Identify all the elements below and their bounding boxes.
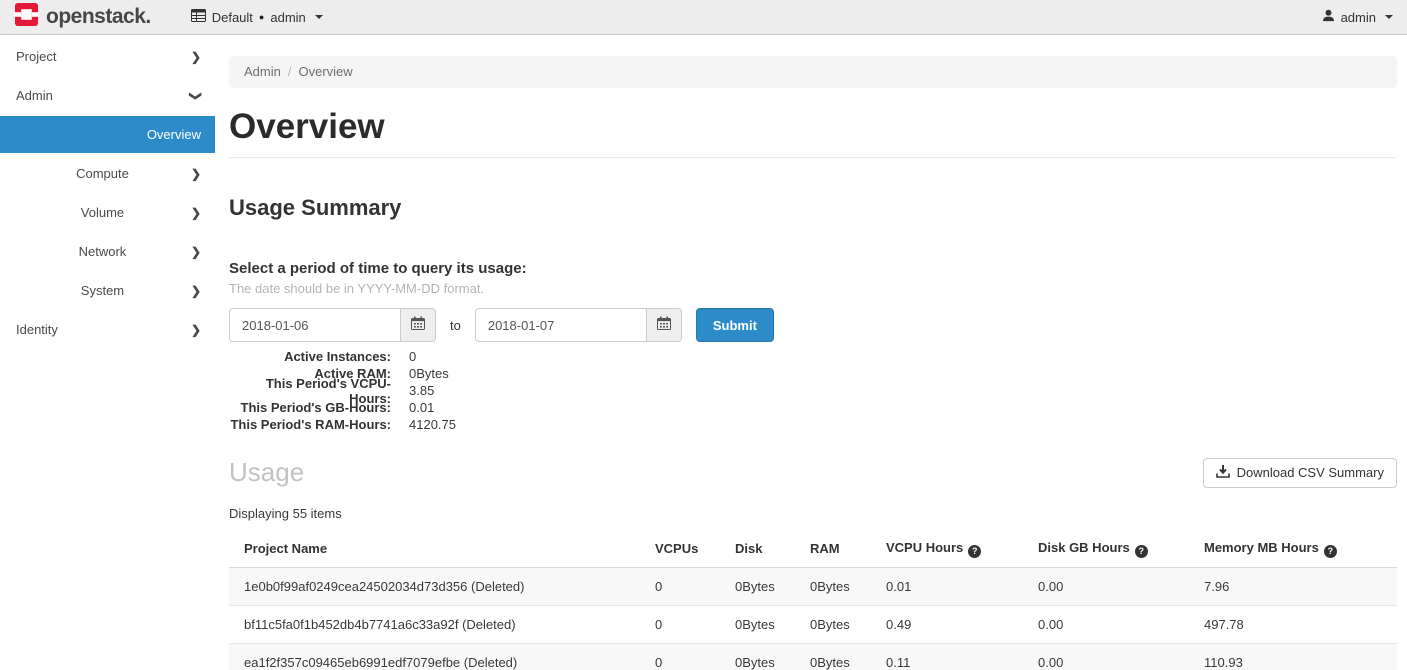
stat-ram-hours: This Period's RAM-Hours: 4120.75 (229, 416, 1397, 433)
sidebar-item-identity[interactable]: Identity ❯ (0, 310, 215, 349)
date-format-hint: The date should be in YYYY-MM-DD format. (229, 281, 1397, 296)
help-icon[interactable]: ? (1135, 545, 1148, 558)
main-content: Admin / Overview Overview Usage Summary Se… (215, 35, 1407, 670)
chevron-right-icon: ❯ (191, 285, 201, 297)
breadcrumb-overview: Overview (298, 64, 352, 79)
usage-summary-heading: Usage Summary (229, 196, 1397, 220)
stat-active-ram: Active RAM: 0Bytes (229, 365, 1397, 382)
download-csv-button[interactable]: Download CSV Summary (1203, 458, 1397, 488)
page-title: Overview (229, 108, 1397, 146)
sidebar-item-compute[interactable]: Compute ❯ (0, 154, 215, 193)
user-name: admin (1341, 10, 1376, 25)
brand-text: openstack. (46, 5, 151, 29)
col-ram: RAM (810, 531, 886, 567)
caret-down-icon (315, 15, 323, 19)
usage-heading: Usage (229, 457, 304, 488)
usage-table: Project Name VCPUs Disk RAM VCPU Hours? … (229, 531, 1397, 670)
current-project: admin (270, 10, 305, 25)
chevron-down-icon: ❯ (190, 90, 202, 100)
chevron-right-icon: ❯ (191, 168, 201, 180)
help-icon[interactable]: ? (968, 545, 981, 558)
date-query-prompt: Select a period of time to query its usa… (229, 260, 1397, 277)
col-vcpus: VCPUs (655, 531, 735, 567)
col-vcpu-hours: VCPU Hours? (886, 531, 1038, 567)
col-disk-gb-hours: Disk GB Hours? (1038, 531, 1204, 567)
chevron-right-icon: ❯ (191, 51, 201, 63)
to-label: to (450, 318, 461, 333)
sidebar-item-volume[interactable]: Volume ❯ (0, 193, 215, 232)
chevron-right-icon: ❯ (191, 246, 201, 258)
sidebar-item-overview[interactable]: Overview (0, 116, 215, 153)
date-from-calendar-button[interactable] (401, 308, 436, 342)
sidebar-item-project[interactable]: Project ❯ (0, 37, 215, 76)
caret-down-icon (1385, 15, 1393, 19)
table-row: bf11c5fa0f1b452db4b7741a6c33a92f (Delete… (229, 605, 1397, 643)
date-from-group (229, 308, 436, 342)
title-divider (229, 157, 1397, 158)
items-count: Displaying 55 items (229, 506, 1397, 521)
col-project-name: Project Name (229, 531, 655, 567)
breadcrumb: Admin / Overview (229, 56, 1397, 88)
stat-vcpu-hours: This Period's VCPU-Hours: 3.85 (229, 382, 1397, 399)
user-icon (1322, 9, 1335, 25)
submit-button[interactable]: Submit (696, 308, 774, 342)
usage-table-header: Usage Download CSV Summary (229, 457, 1397, 488)
date-range-form: to (229, 308, 1397, 342)
sidebar-item-network[interactable]: Network ❯ (0, 232, 215, 271)
date-to-group (475, 308, 682, 342)
table-row: 1e0b0f99af0249cea24502034d73d356 (Delete… (229, 567, 1397, 605)
calendar-icon (411, 316, 425, 335)
openstack-brand[interactable]: openstack. (14, 2, 151, 32)
breadcrumb-admin[interactable]: Admin (244, 64, 281, 79)
breadcrumb-separator: / (288, 64, 292, 79)
col-disk: Disk (735, 531, 810, 567)
download-csv-label: Download CSV Summary (1237, 465, 1384, 480)
top-navbar: openstack. Default ● admin admin (0, 0, 1407, 35)
stat-gb-hours: This Period's GB-Hours: 0.01 (229, 399, 1397, 416)
download-icon (1216, 464, 1230, 481)
calendar-icon (657, 316, 671, 335)
user-menu[interactable]: admin (1322, 9, 1393, 25)
col-memory-mb-hours: Memory MB Hours? (1204, 531, 1397, 567)
help-icon[interactable]: ? (1324, 545, 1337, 558)
table-row: ea1f2f357c09465eb6991edf7079efbe (Delete… (229, 643, 1397, 670)
table-header-row: Project Name VCPUs Disk RAM VCPU Hours? … (229, 531, 1397, 567)
sidebar-item-system[interactable]: System ❯ (0, 271, 215, 310)
date-to-input[interactable] (475, 308, 647, 342)
current-domain: Default (212, 10, 253, 25)
sidebar-nav: Project ❯ Admin ❯ Overview Compute ❯ Vol… (0, 35, 215, 670)
chevron-right-icon: ❯ (191, 207, 201, 219)
usage-stats: Active Instances: 0 Active RAM: 0Bytes T… (229, 348, 1397, 433)
stat-active-instances: Active Instances: 0 (229, 348, 1397, 365)
separator-dot-icon: ● (259, 13, 264, 22)
openstack-logo-icon (14, 2, 39, 32)
sidebar-item-admin[interactable]: Admin ❯ (0, 76, 215, 115)
projects-icon (191, 9, 206, 25)
chevron-right-icon: ❯ (191, 324, 201, 336)
domain-project-switcher[interactable]: Default ● admin (191, 9, 323, 25)
date-from-input[interactable] (229, 308, 401, 342)
date-to-calendar-button[interactable] (647, 308, 682, 342)
